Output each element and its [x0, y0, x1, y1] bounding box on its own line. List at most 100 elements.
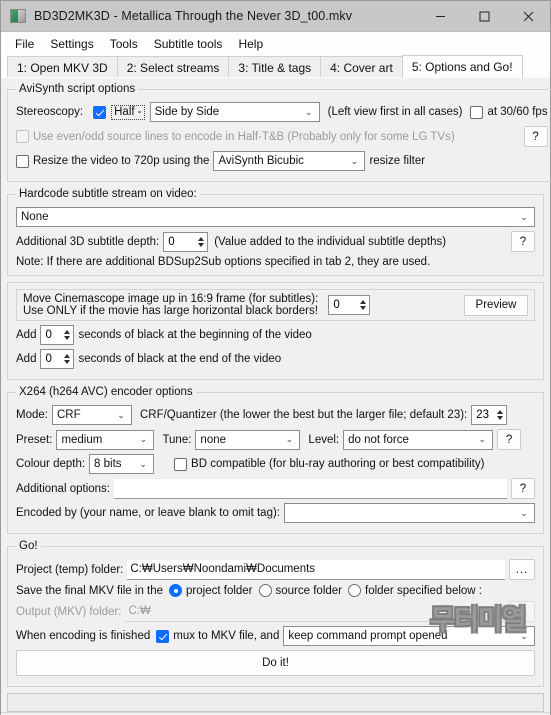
- window-controls: [418, 1, 550, 32]
- half-label: Half -: [111, 104, 145, 120]
- chevron-down-icon: ⌄: [285, 434, 294, 444]
- tab-label: 4: Cover art: [330, 60, 393, 75]
- radio-project-folder[interactable]: [169, 584, 183, 597]
- radio-source-folder[interactable]: [258, 584, 272, 597]
- subtitle-depth-note: (Value added to the individual subtitle …: [214, 235, 447, 248]
- resize-label-prefix: Resize the video to 720p using the: [33, 155, 210, 167]
- resize-filter-select[interactable]: AviSynth Bicubic ⌄: [213, 151, 366, 171]
- hardcode-legend: Hardcode subtitle stream on video:: [19, 188, 197, 200]
- stereoscopy-label: Stereoscopy:: [16, 106, 84, 118]
- stepper-arrows-icon[interactable]: [60, 326, 73, 344]
- fps-label: at 30/60 fps: [487, 106, 548, 118]
- level-select[interactable]: do not force ⌄: [343, 429, 494, 450]
- mux-checkbox[interactable]: [156, 629, 170, 643]
- preset-value: medium: [61, 433, 103, 446]
- radio-source-folder-label: source folder: [275, 584, 342, 597]
- colour-depth-value: 8 bits: [94, 458, 122, 470]
- after-encoding-select[interactable]: keep command prompt opened ⌄: [283, 626, 535, 646]
- add-black-end-suffix: seconds of black at the end of the video: [78, 353, 282, 365]
- menu-item-tools[interactable]: Tools: [102, 34, 146, 54]
- additional-options-label: Additional options:: [16, 482, 110, 495]
- chevron-down-icon: ⌄: [117, 409, 125, 420]
- project-folder-browse-button[interactable]: ...: [509, 559, 535, 580]
- fps-checkbox[interactable]: [470, 105, 484, 119]
- output-folder-browse-button[interactable]: ...: [509, 601, 535, 622]
- close-button[interactable]: [506, 1, 550, 32]
- finished-label: When encoding is finished: [16, 630, 151, 642]
- menu-item-help[interactable]: Help: [230, 34, 271, 54]
- subtitle-stream-row: None ⌄: [16, 207, 535, 227]
- tune-value: none: [200, 433, 227, 446]
- bd-compatible-label: BD compatible (for blu-ray authoring or …: [191, 458, 485, 470]
- level-value: do not force: [348, 433, 409, 446]
- add-black-end-stepper[interactable]: 0: [40, 349, 75, 369]
- avisynth-legend: AviSynth script options: [19, 83, 136, 95]
- tab-panel-options-and-go: AviSynth script options Stereoscopy: Hal…: [1, 78, 551, 712]
- tab-title-tags[interactable]: 3: Title & tags: [228, 56, 322, 78]
- subtitle-depth-stepper[interactable]: 0: [163, 231, 209, 252]
- menu-item-file[interactable]: File: [7, 34, 42, 54]
- add-black-begin-prefix: Add: [16, 329, 37, 341]
- subtitle-depth-row: Additional 3D subtitle depth: 0 (Value a…: [16, 231, 535, 252]
- evenodd-help-button[interactable]: ?: [523, 126, 548, 147]
- additional-options-input[interactable]: [113, 478, 507, 499]
- x264-legend: X264 (h264 AVC) encoder options: [19, 386, 193, 398]
- save-location-row: Save the final MKV file in the project f…: [16, 584, 535, 597]
- go-legend: Go!: [19, 540, 38, 552]
- tab-open-mkv-3d[interactable]: 1: Open MKV 3D: [7, 56, 118, 78]
- stereoscopy-row: Stereoscopy: Half - Side by Side ⌄ (Left…: [16, 102, 548, 122]
- evenodd-checkbox[interactable]: [16, 130, 29, 143]
- mode-label: Mode:: [16, 409, 48, 421]
- cinemascope-offset-stepper[interactable]: 0: [328, 295, 371, 315]
- stepper-arrows-icon[interactable]: [356, 296, 369, 314]
- add-black-begin-value: 0: [45, 329, 52, 341]
- subtitle-depth-help-button[interactable]: ?: [511, 231, 535, 252]
- maximize-button[interactable]: [462, 1, 506, 32]
- subtitle-stream-value: None: [21, 211, 49, 223]
- half-checkbox[interactable]: [93, 105, 107, 119]
- subtitle-stream-select[interactable]: None ⌄: [16, 207, 535, 227]
- tune-label: Tune:: [162, 433, 192, 446]
- level-label: Level:: [308, 433, 340, 446]
- crf-stepper[interactable]: 23: [471, 405, 508, 425]
- x264-preset-row: Preset: medium ⌄ Tune: none ⌄ Level: do …: [16, 429, 535, 450]
- additional-options-help-button[interactable]: ?: [511, 478, 535, 499]
- add-black-begin-stepper[interactable]: 0: [40, 325, 75, 345]
- colour-depth-select[interactable]: 8 bits ⌄: [89, 454, 155, 474]
- radio-specified-folder[interactable]: [348, 584, 361, 597]
- stepper-arrows-icon[interactable]: [493, 406, 506, 424]
- tab-label: 3: Title & tags: [238, 60, 312, 75]
- menu-item-settings[interactable]: Settings: [42, 34, 101, 54]
- resize-checkbox[interactable]: [16, 154, 29, 168]
- tab-label: 5: Options and Go!: [411, 60, 513, 74]
- tune-select[interactable]: none ⌄: [195, 429, 301, 450]
- do-it-button[interactable]: Do it!: [16, 650, 535, 676]
- radio-specified-folder-label: folder specified below :: [365, 584, 482, 597]
- tab-select-streams[interactable]: 2: Select streams: [116, 56, 230, 78]
- stepper-arrows-icon[interactable]: [60, 350, 73, 368]
- preset-select[interactable]: medium ⌄: [56, 429, 155, 450]
- stereoscopy-format-select[interactable]: Side by Side ⌄: [149, 102, 320, 122]
- menu-item-subtitle-tools[interactable]: Subtitle tools: [146, 34, 231, 54]
- progress-bar: [7, 693, 544, 712]
- stepper-arrows-icon[interactable]: [194, 233, 207, 251]
- left-view-note: (Left view first in all cases): [327, 106, 463, 118]
- window-title: BD3D2MK3D - Metallica Through the Never …: [34, 9, 353, 23]
- tab-cover-art[interactable]: 4: Cover art: [320, 56, 403, 78]
- evenodd-row: Use even/odd source lines to encode in H…: [16, 126, 548, 147]
- mode-select[interactable]: CRF ⌄: [51, 405, 132, 425]
- preview-button[interactable]: Preview: [464, 294, 528, 316]
- chevron-down-icon: ⌄: [520, 507, 528, 518]
- level-help-button[interactable]: ?: [497, 429, 522, 450]
- resize-filter-value: AviSynth Bicubic: [218, 155, 304, 167]
- output-folder-input[interactable]: C:₩: [125, 601, 505, 622]
- encoded-by-select[interactable]: ⌄: [284, 503, 535, 523]
- do-it-row: Do it!: [16, 650, 535, 676]
- minimize-button[interactable]: [418, 1, 462, 32]
- chevron-down-icon: ⌄: [304, 106, 313, 117]
- project-folder-input[interactable]: C:₩Users₩Noondami₩Documents: [127, 559, 505, 580]
- finished-action-row: When encoding is finished mux to MKV fil…: [16, 626, 535, 646]
- bd-compatible-checkbox[interactable]: [174, 457, 188, 471]
- tab-options-and-go[interactable]: 5: Options and Go!: [401, 55, 523, 78]
- menu-bar: File Settings Tools Subtitle tools Help: [1, 32, 550, 55]
